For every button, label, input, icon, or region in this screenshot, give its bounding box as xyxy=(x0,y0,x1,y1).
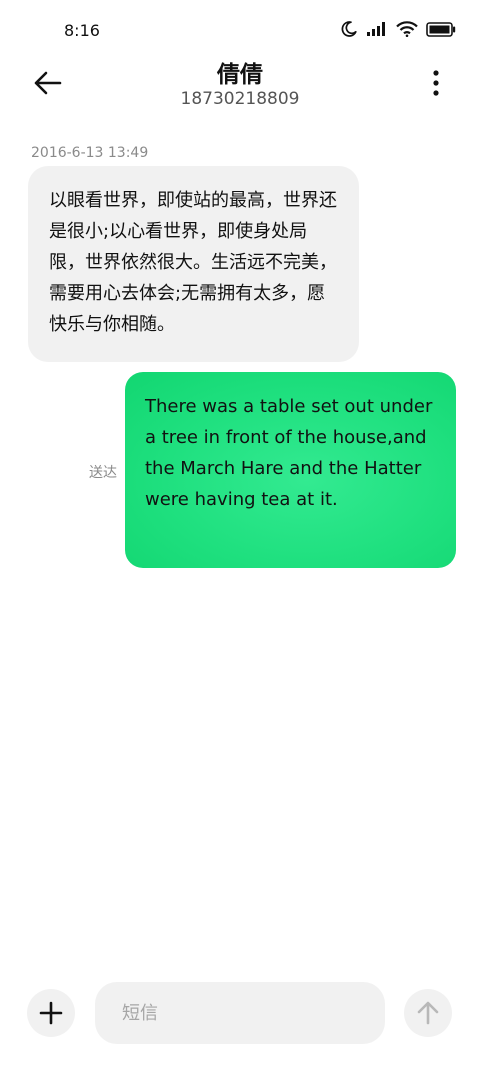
incoming-message-bubble[interactable]: 以眼看世界，即使站的最高，世界还是很小;以心看世界，即使身处局限，世界依然很大。… xyxy=(28,166,359,362)
add-attachment-button[interactable] xyxy=(27,989,75,1037)
wifi-icon xyxy=(396,21,418,37)
conversation-header: 倩倩 18730218809 xyxy=(0,55,480,115)
contact-number: 18730218809 xyxy=(180,89,300,109)
status-icons xyxy=(340,20,456,38)
message-timestamp: 2016-6-13 13:49 xyxy=(31,145,149,161)
moon-icon xyxy=(341,21,357,37)
status-time: 8:16 xyxy=(64,21,100,40)
plus-icon xyxy=(39,1001,63,1025)
arrow-up-icon xyxy=(417,1001,439,1025)
composer-bar xyxy=(0,980,480,1050)
battery-icon xyxy=(426,21,456,37)
contact-name: 倩倩 xyxy=(217,62,263,88)
send-button[interactable] xyxy=(404,989,452,1037)
delivery-status: 送达 xyxy=(89,465,117,481)
more-options-button[interactable] xyxy=(424,67,448,99)
outgoing-message-bubble[interactable]: There was a table set out under a tree i… xyxy=(125,372,456,568)
sms-input[interactable] xyxy=(95,982,385,1044)
signal-icon xyxy=(367,22,385,36)
more-vertical-icon xyxy=(433,70,439,96)
status-bar: 8:16 xyxy=(0,0,480,62)
